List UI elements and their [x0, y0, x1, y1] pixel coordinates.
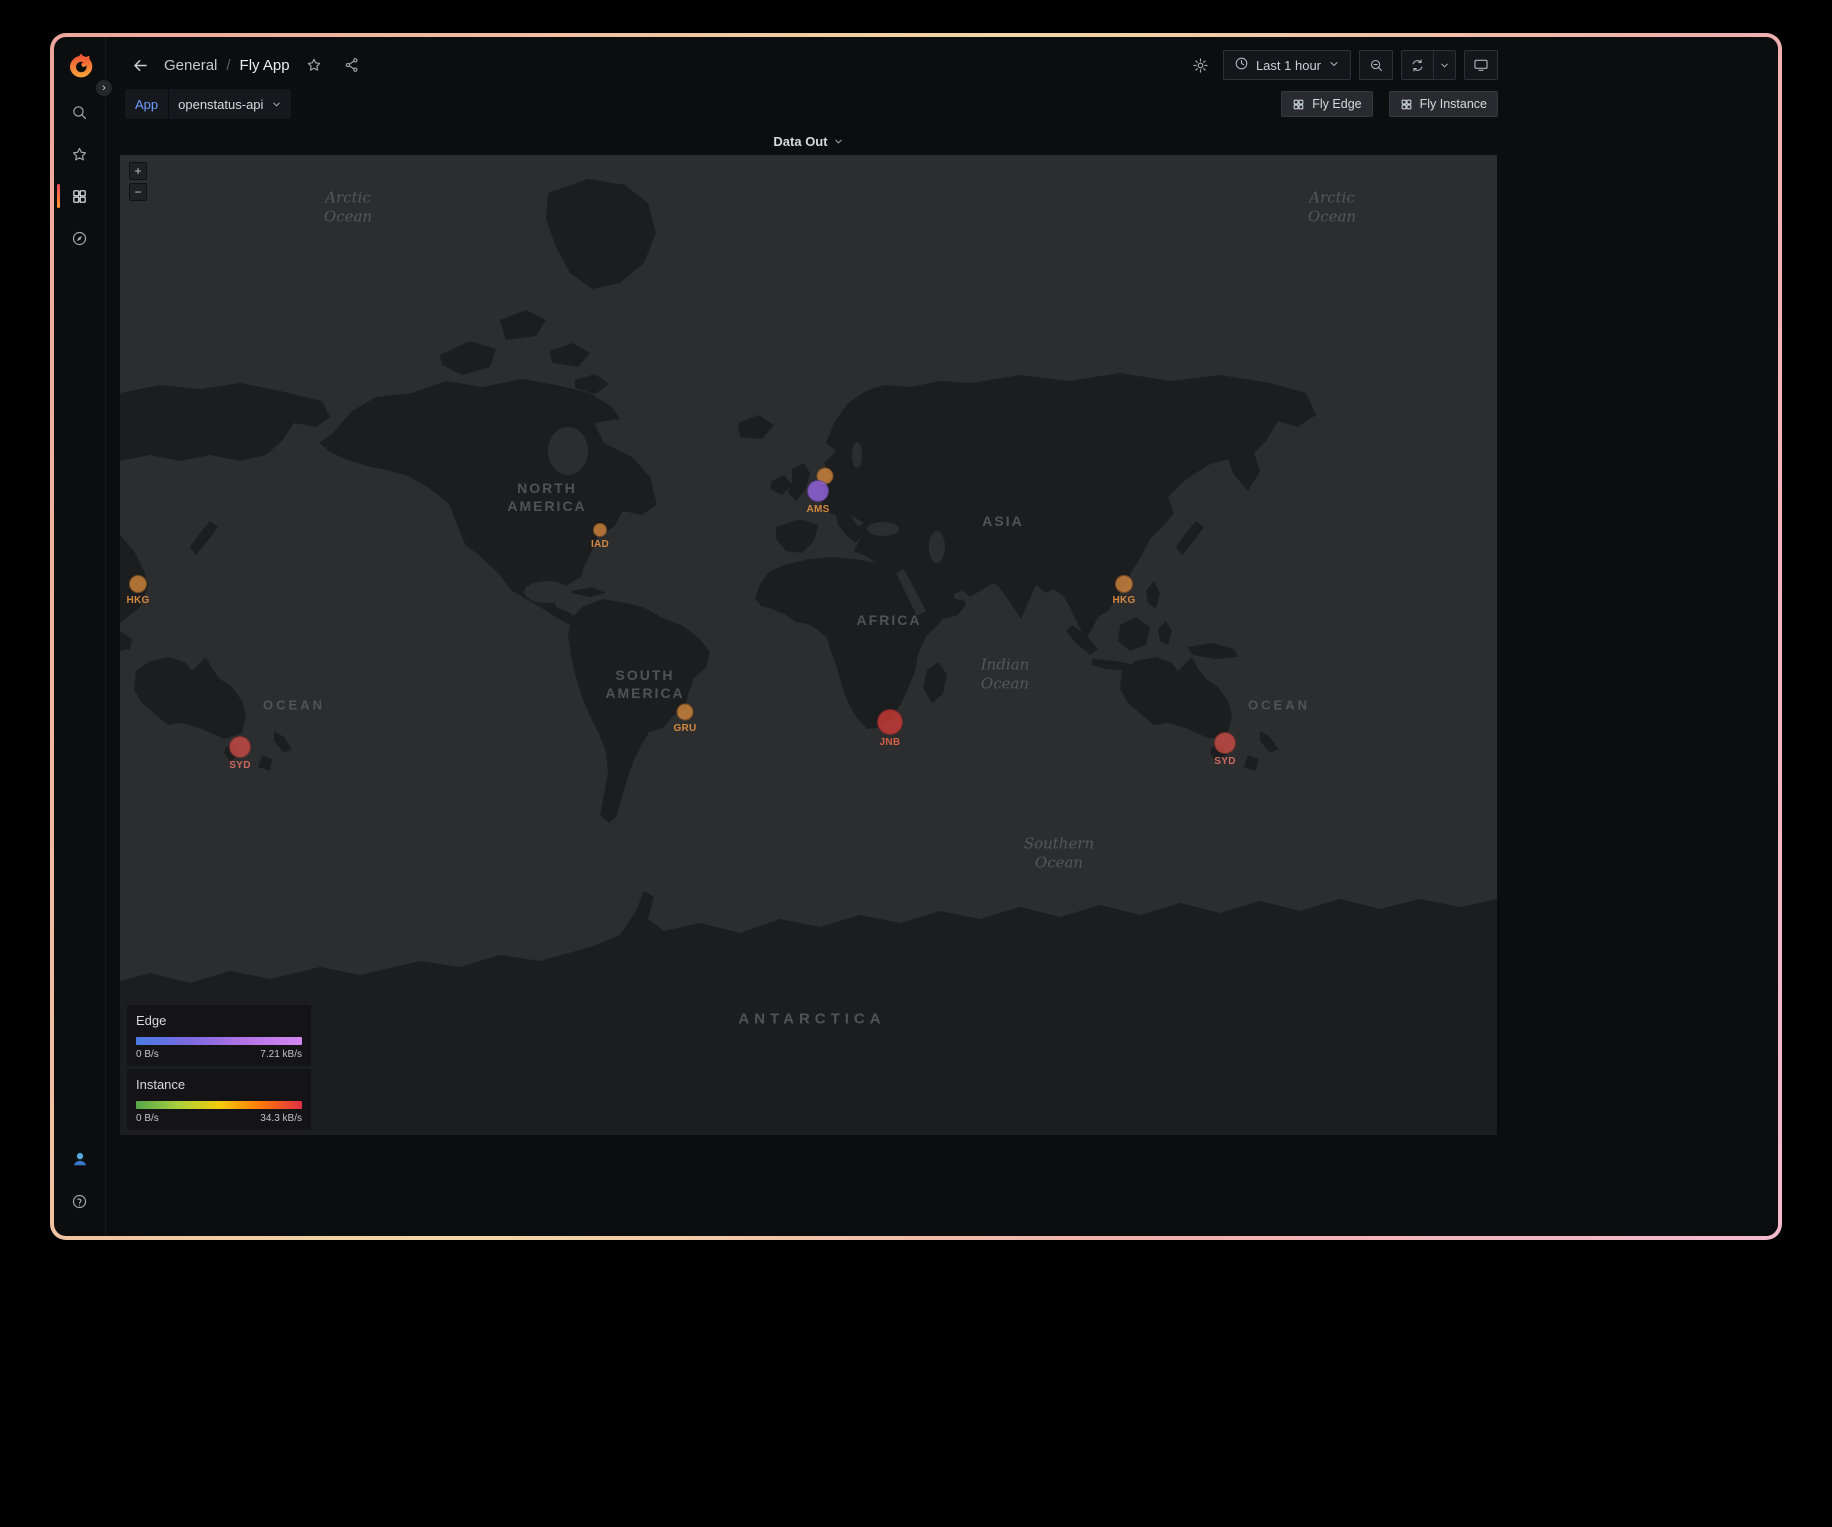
dashboard-settings-gear-icon[interactable] [1187, 51, 1215, 79]
starred-dashboards-icon[interactable] [66, 140, 94, 168]
map-region-label: OCEAN [1248, 698, 1310, 715]
panel-title-menu[interactable]: Data Out [120, 127, 1497, 155]
map-region-label: Indian Ocean [981, 655, 1030, 693]
grid-icon [1400, 98, 1413, 111]
map-data-point-hkg[interactable] [129, 575, 147, 593]
search-icon[interactable] [66, 98, 94, 126]
fly-instance-label: Fly Instance [1420, 97, 1487, 111]
map-data-point-hkg[interactable] [1115, 575, 1133, 593]
legend-edge-min: 0 B/s [136, 1049, 159, 1060]
map-point-label: GRU [673, 723, 696, 734]
fly-edge-label: Fly Edge [1312, 97, 1361, 111]
legend-instance: Instance 0 B/s 34.3 kB/s [127, 1069, 311, 1130]
legend-edge-gradient-bar [136, 1037, 302, 1045]
chevron-down-icon [833, 136, 844, 147]
map-region-label: Southern Ocean [1024, 834, 1094, 872]
breadcrumb: General / Fly App [164, 57, 290, 74]
sidebar: › [54, 37, 106, 1236]
map-point-label: IAD [591, 539, 609, 550]
map-region-label: Arctic Ocean [324, 188, 372, 226]
dashboards-grid-icon[interactable] [66, 182, 94, 210]
clock-icon [1234, 56, 1249, 74]
map-data-point-gru[interactable] [677, 704, 694, 721]
map-region-label: NORTH AMERICA [507, 479, 586, 515]
legend-edge: Edge 0 B/s 7.21 kB/s [127, 1005, 311, 1066]
sidebar-expand-chevron-icon[interactable]: › [95, 79, 113, 97]
map-data-point-ams[interactable] [807, 480, 829, 502]
back-arrow-icon[interactable] [126, 51, 154, 79]
time-range-picker[interactable]: Last 1 hour [1223, 50, 1351, 80]
refresh-icon[interactable] [1402, 51, 1433, 79]
user-avatar-icon[interactable] [66, 1145, 94, 1173]
map-data-point-syd[interactable] [229, 736, 251, 758]
map-point-label: SYD [1214, 756, 1235, 767]
cycle-view-tv-icon[interactable] [1464, 50, 1498, 80]
app-variable: App openstatus-api [125, 89, 291, 119]
grid-icon [1292, 98, 1305, 111]
chevron-down-icon [1328, 58, 1340, 73]
map-points-layer: HKG IAD AMS GRU JNB SYD HKG SYD [120, 155, 1497, 1135]
share-icon[interactable] [338, 51, 366, 79]
favorite-star-icon[interactable] [300, 51, 328, 79]
map-legend: Edge 0 B/s 7.21 kB/s Instance 0 B/s 34.3… [127, 1005, 311, 1130]
map-data-point-jnb[interactable] [877, 709, 903, 735]
breadcrumb-dashboard[interactable]: Fly App [240, 57, 290, 74]
map-region-label: OCEAN [263, 698, 325, 715]
map-region-label: ANTARCTICA [738, 1009, 885, 1029]
map-region-label: AFRICA [857, 611, 922, 629]
fly-edge-link[interactable]: Fly Edge [1281, 91, 1372, 117]
legend-instance-min: 0 B/s [136, 1113, 159, 1124]
map-region-label: Arctic Ocean [1308, 188, 1356, 226]
breadcrumb-folder[interactable]: General [164, 57, 217, 74]
map-point-label: HKG [1112, 595, 1135, 606]
help-icon[interactable] [66, 1187, 94, 1215]
refresh-interval-chevron-icon[interactable] [1433, 51, 1455, 79]
panel-title: Data Out [773, 134, 827, 149]
legend-instance-gradient-bar [136, 1101, 302, 1109]
map-data-point-iad[interactable] [593, 523, 607, 537]
map-point-label: JNB [880, 737, 901, 748]
refresh-group [1401, 50, 1456, 80]
map-point-label: AMS [806, 504, 829, 515]
main-area: General / Fly App [106, 37, 1778, 1236]
map-region-label: ASIA [982, 512, 1023, 530]
grafana-logo[interactable] [65, 51, 95, 81]
window-frame: › General / Fly App [50, 33, 1782, 1240]
dashboard-header: General / Fly App [106, 45, 1498, 85]
map-region-label: SOUTH AMERICA [605, 666, 684, 702]
breadcrumb-separator: / [226, 57, 230, 74]
legend-edge-max: 7.21 kB/s [260, 1049, 302, 1060]
map-point-label: HKG [126, 595, 149, 606]
grafana-window: › General / Fly App [54, 37, 1778, 1236]
app-variable-label: App [125, 89, 168, 119]
map-point-label: SYD [229, 760, 250, 771]
map-zoom-out-button[interactable]: − [129, 183, 147, 201]
zoom-out-time-icon[interactable] [1359, 50, 1393, 80]
explore-compass-icon[interactable] [66, 224, 94, 252]
time-range-label: Last 1 hour [1256, 58, 1321, 73]
legend-instance-max: 34.3 kB/s [260, 1113, 302, 1124]
map-data-point-syd[interactable] [1214, 732, 1236, 754]
legend-edge-title: Edge [136, 1013, 302, 1028]
world-map[interactable]: + − Arctic Ocean Arctic Ocean NORTH AMERIC… [120, 155, 1497, 1135]
variables-toolbar: App openstatus-api Fly Edge [106, 87, 1498, 121]
fly-instance-link[interactable]: Fly Instance [1389, 91, 1498, 117]
app-variable-value: openstatus-api [178, 97, 263, 112]
chevron-down-icon [271, 99, 282, 110]
map-zoom-controls: + − [129, 162, 147, 204]
map-zoom-in-button[interactable]: + [129, 162, 147, 180]
app-variable-select[interactable]: openstatus-api [168, 89, 291, 119]
legend-instance-title: Instance [136, 1077, 302, 1092]
